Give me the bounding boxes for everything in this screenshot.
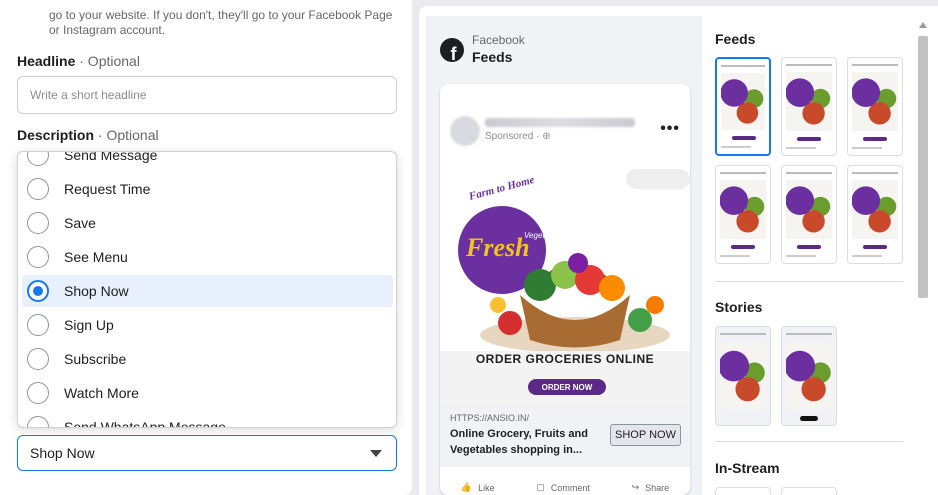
headline-input[interactable]: Write a short headline: [17, 76, 397, 114]
comment-icon: ▢: [536, 482, 545, 492]
placements-scrollbar[interactable]: [916, 18, 930, 495]
cta-option-label: Watch More: [64, 385, 139, 401]
link-preview[interactable]: HTTPS://ANSIO.IN/ Online Grocery, Fruits…: [440, 405, 690, 467]
cta-option-label: Save: [64, 215, 96, 231]
sponsored-text: Sponsored ·: [485, 131, 543, 142]
cta-select[interactable]: Shop Now: [17, 435, 397, 471]
cta-option-shop-now[interactable]: Shop Now: [22, 275, 393, 307]
cta-option-see-menu[interactable]: See Menu: [22, 241, 393, 273]
radio-icon: [27, 212, 49, 234]
instream-section-title: In-Stream: [715, 460, 780, 476]
feeds-section-title: Feeds: [715, 31, 756, 47]
cta-option-watch-more[interactable]: Watch More: [22, 377, 393, 409]
cta-option-label: Send WhatsApp Message: [64, 419, 226, 428]
description-label-text: Description: [17, 127, 95, 143]
link-url: HTTPS://ANSIO.IN/: [450, 413, 530, 423]
post-header: Sponsored · ⊕ •••: [440, 108, 690, 148]
radio-icon: [27, 314, 49, 336]
placement-thumb-feeds-5[interactable]: [781, 165, 837, 264]
placement-thumb-instream-1[interactable]: [715, 487, 771, 495]
radio-icon: [27, 382, 49, 404]
cta-option-label: Send Message: [64, 151, 158, 163]
page-name-blurred: [485, 118, 635, 127]
cta-option-label: See Menu: [64, 249, 128, 265]
share-action[interactable]: ↪ Share: [632, 482, 670, 493]
comment-label: Comment: [550, 482, 590, 493]
headline-optional: · Optional: [79, 53, 140, 69]
cta-option-save[interactable]: Save: [22, 207, 393, 239]
placement-thumb-feeds-4[interactable]: [715, 165, 771, 264]
section-divider: [715, 281, 903, 282]
comment-action[interactable]: ▢ Comment: [536, 482, 590, 493]
radio-icon: [27, 178, 49, 200]
placement-thumb-feeds-1[interactable]: [715, 57, 771, 156]
creative-brand-word: Fresh: [465, 233, 530, 262]
preview-platform: Facebook: [472, 33, 525, 47]
section-divider: [715, 441, 903, 442]
cta-select-value: Shop Now: [30, 445, 95, 461]
cta-dropdown-menu: Send Message Request Time Save See Menu …: [17, 151, 397, 428]
placement-thumb-stories-1[interactable]: [715, 326, 771, 426]
cta-option-label: Subscribe: [64, 351, 127, 367]
description-optional: · Optional: [97, 127, 159, 143]
share-icon: ↪: [631, 482, 640, 492]
cta-option-subscribe[interactable]: Subscribe: [22, 343, 393, 375]
radio-icon: [27, 152, 49, 166]
placement-thumb-instream-2[interactable]: [781, 487, 837, 495]
placement-thumb-feeds-3[interactable]: [847, 57, 903, 156]
cta-option-sign-up[interactable]: Sign Up: [22, 309, 393, 341]
radio-icon: [27, 246, 49, 268]
placement-thumb-feeds-6[interactable]: [847, 165, 903, 264]
facebook-logo-icon: f: [440, 38, 464, 62]
scroll-up-arrow-icon[interactable]: [919, 22, 927, 28]
preview-header: f Facebook Feeds: [440, 33, 525, 67]
post-actions: 👍 Like ▢ Comment ↪ Share: [440, 482, 690, 493]
radio-icon: [27, 348, 49, 370]
cta-option-send-message[interactable]: Send Message: [22, 151, 393, 171]
sponsored-label: Sponsored · ⊕: [485, 131, 551, 142]
cta-option-request-time[interactable]: Request Time: [22, 173, 393, 205]
ad-creative-image: Farm to Home Fresh Vegetables & Fruits O…: [440, 155, 690, 405]
cta-option-send-whatsapp[interactable]: Send WhatsApp Message: [22, 411, 393, 428]
placement-thumb-stories-2[interactable]: [781, 326, 837, 426]
ad-creative-form: go to your website. If you don't, they'l…: [0, 0, 412, 495]
stories-section-title: Stories: [715, 299, 763, 315]
cta-option-label: Shop Now: [64, 283, 129, 299]
page-avatar: [450, 116, 480, 146]
like-label: Like: [478, 482, 495, 493]
globe-icon: ⊕: [542, 131, 551, 142]
shop-now-button[interactable]: SHOP NOW: [610, 424, 681, 446]
scrollbar-thumb[interactable]: [918, 36, 928, 298]
cta-option-label: Sign Up: [64, 317, 114, 333]
like-action[interactable]: 👍 Like: [461, 482, 495, 493]
creative-headline: ORDER GROCERIES ONLINE: [475, 352, 655, 366]
headline-placeholder: Write a short headline: [30, 88, 147, 102]
like-icon: 👍: [460, 482, 473, 492]
destination-helper-text: go to your website. If you don't, they'l…: [49, 8, 393, 37]
radio-icon: [27, 416, 49, 427]
headline-label-text: Headline: [17, 53, 76, 69]
more-options-icon[interactable]: •••: [660, 120, 680, 138]
cta-option-label: Request Time: [64, 181, 151, 197]
ad-preview-post: Sponsored · ⊕ ••• Farm to Home Fresh Veg…: [440, 84, 690, 495]
headline-label: Headline · Optional: [17, 53, 140, 69]
preview-placement: Feeds: [472, 49, 513, 65]
share-label: Share: [645, 482, 670, 493]
description-label: Description · Optional: [17, 127, 159, 143]
link-title: Online Grocery, Fruits and Vegetables sh…: [450, 428, 588, 456]
placement-thumb-feeds-2[interactable]: [781, 57, 837, 156]
creative-cta-button: ORDER NOW: [528, 379, 606, 395]
groceries-illustration: Farm to Home Fresh Vegetables & Fruits: [440, 155, 690, 405]
creative-subtitle: Vegetables & Fruits: [524, 231, 594, 240]
radio-selected-icon: [27, 280, 49, 302]
caret-down-icon: [370, 450, 382, 457]
